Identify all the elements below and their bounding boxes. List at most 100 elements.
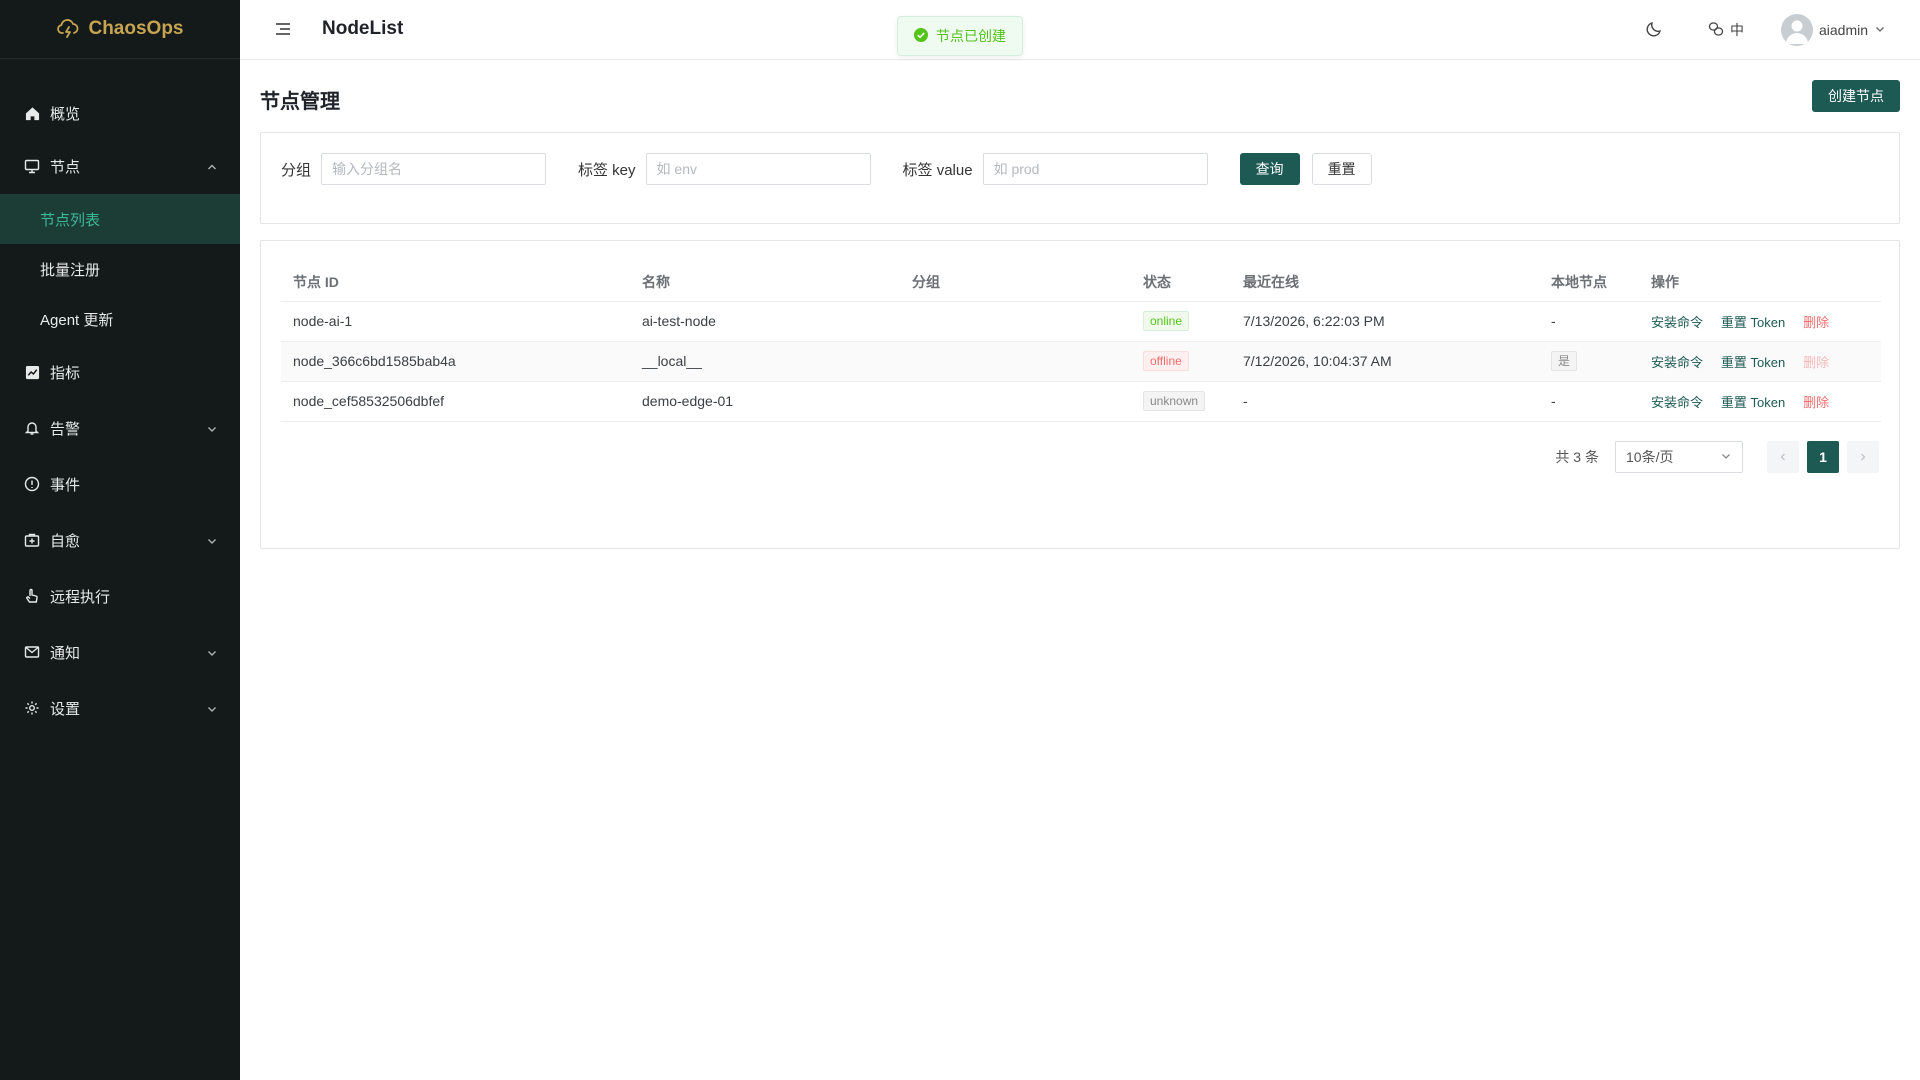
column-header-local-node[interactable]: 本地节点 [1539,263,1639,302]
chevron-up-icon [206,160,218,172]
delete-link[interactable]: 删除 [1803,315,1829,330]
translate-icon [1708,21,1724,40]
filter-row: 分组 标签 key 标签 value 查询 重置 [281,153,1372,185]
pagination: 共 3 条 10条/页 1 [1555,441,1879,473]
bell-icon [24,420,40,436]
page-size-value: 10条/页 [1626,449,1674,465]
page-name: NodeList [322,18,404,39]
chevron-down-icon [206,702,218,714]
sidebar-item-overview[interactable]: 概览 [0,88,240,138]
chevron-down-icon [206,534,218,546]
brand[interactable]: ChaosOps [0,0,240,59]
sidebar-subitem-label: 批量注册 [40,261,101,279]
chevron-down-icon [1874,22,1886,38]
actions-cell: 安装命令 重置 Token 删除 [1639,301,1881,342]
sidebar-item-nodes[interactable]: 节点 [0,138,240,194]
pointer-hand-icon [24,588,40,604]
gear-icon [24,700,40,716]
tag-key-input[interactable] [645,153,871,185]
tag-value-input[interactable] [982,153,1208,185]
status-cell: online [1131,301,1231,342]
local-node-cell: 是 [1539,341,1639,382]
column-header-name[interactable]: 名称 [630,263,900,302]
node-id-cell: node-ai-1 [281,301,630,342]
node-group-cell [900,341,1131,382]
group-filter-label: 分组 [281,161,312,179]
moon-icon [1645,20,1663,41]
reset-token-link[interactable]: 重置 Token [1721,395,1785,410]
node-name-cell: demo-edge-01 [630,381,900,422]
reset-button[interactable]: 重置 [1311,153,1372,185]
node-group-cell [900,381,1131,422]
avatar [1781,14,1813,46]
local-node-badge: 是 [1551,351,1578,371]
node-name-cell: ai-test-node [630,301,900,342]
local-node-cell: - [1539,301,1639,342]
sidebar-item-events[interactable]: 事件 [0,456,240,512]
sidebar-item-label: 概览 [50,105,81,123]
install-command-link[interactable]: 安装命令 [1651,315,1703,330]
table-row: node_cef58532506dbfef demo-edge-01 unkno… [281,381,1881,422]
column-header-actions: 操作 [1639,263,1881,302]
sidebar-item-label: 远程执行 [50,588,111,606]
chart-icon [24,364,40,380]
sidebar-item-self-healing[interactable]: 自愈 [0,512,240,568]
reset-token-link[interactable]: 重置 Token [1721,355,1785,370]
node-table-card: 节点 ID 名称 分组 状态 最近在线 本地节点 操作 node-ai-1 ai… [260,240,1900,549]
page-title: 节点管理 [260,91,340,113]
node-id-cell: node_cef58532506dbfef [281,381,630,422]
language-label: 中 [1730,22,1744,38]
column-header-node-id[interactable]: 节点 ID [281,263,630,302]
sidebar-item-label: 节点 [50,158,81,176]
tag-key-label: 标签 key [578,161,636,179]
user-menu[interactable]: aiadmin [1781,14,1886,46]
sidebar-item-node-list[interactable]: 节点列表 [0,194,240,244]
node-id-cell: node_366c6bd1585bab4a [281,341,630,382]
table-row: node_366c6bd1585bab4a __local__ offline … [281,341,1881,382]
last-seen-cell: 7/12/2026, 10:04:37 AM [1231,341,1539,382]
node-table: 节点 ID 名称 分组 状态 最近在线 本地节点 操作 node-ai-1 ai… [281,263,1881,422]
column-header-last-seen[interactable]: 最近在线 [1231,263,1539,302]
sidebar-item-alerts[interactable]: 告警 [0,400,240,456]
home-icon [24,105,40,121]
chevron-down-icon [206,422,218,434]
total-count: 共 3 条 [1555,449,1599,465]
status-badge: online [1143,311,1190,331]
status-cell: unknown [1131,381,1231,422]
column-header-group[interactable]: 分组 [900,263,1131,302]
dark-mode-toggle[interactable] [1645,18,1663,42]
language-switch[interactable]: 中 [1708,18,1744,42]
status-badge: offline [1143,351,1189,371]
status-cell: offline [1131,341,1231,382]
sidebar-item-settings[interactable]: 设置 [0,680,240,736]
chevron-left-icon [1780,453,1785,461]
page-size-select[interactable]: 10条/页 [1615,441,1743,473]
sidebar-item-agent-update[interactable]: Agent 更新 [0,294,240,344]
sidebar-item-label: 指标 [50,364,81,382]
main-content: 节点管理 创建节点 分组 标签 key 标签 value 查询 重置 节点 ID… [240,60,1920,1080]
sidebar-item-metrics[interactable]: 指标 [0,344,240,400]
sidebar-item-notifications[interactable]: 通知 [0,624,240,680]
node-name-cell: __local__ [630,341,900,382]
check-circle-icon [914,27,928,45]
create-node-button[interactable]: 创建节点 [1812,80,1900,112]
menu-toggle-icon[interactable] [274,20,292,38]
next-page-button[interactable] [1847,441,1879,473]
sidebar-item-remote-exec[interactable]: 远程执行 [0,568,240,624]
toast-message: 节点已创建 [936,28,1006,44]
query-button[interactable]: 查询 [1239,153,1300,185]
sidebar-item-batch-register[interactable]: 批量注册 [0,244,240,294]
actions-cell: 安装命令 重置 Token 删除 [1639,341,1881,382]
delete-link[interactable]: 删除 [1803,395,1829,410]
sidebar-item-label: 告警 [50,420,81,438]
prev-page-button[interactable] [1767,441,1799,473]
info-circle-icon [24,476,40,492]
tag-value-label: 标签 value [902,161,973,179]
page-number-button[interactable]: 1 [1807,441,1839,473]
column-header-status[interactable]: 状态 [1131,263,1231,302]
group-filter-input[interactable] [321,153,547,185]
install-command-link[interactable]: 安装命令 [1651,355,1703,370]
install-command-link[interactable]: 安装命令 [1651,395,1703,410]
filter-panel: 分组 标签 key 标签 value 查询 重置 [260,132,1900,224]
reset-token-link[interactable]: 重置 Token [1721,315,1785,330]
